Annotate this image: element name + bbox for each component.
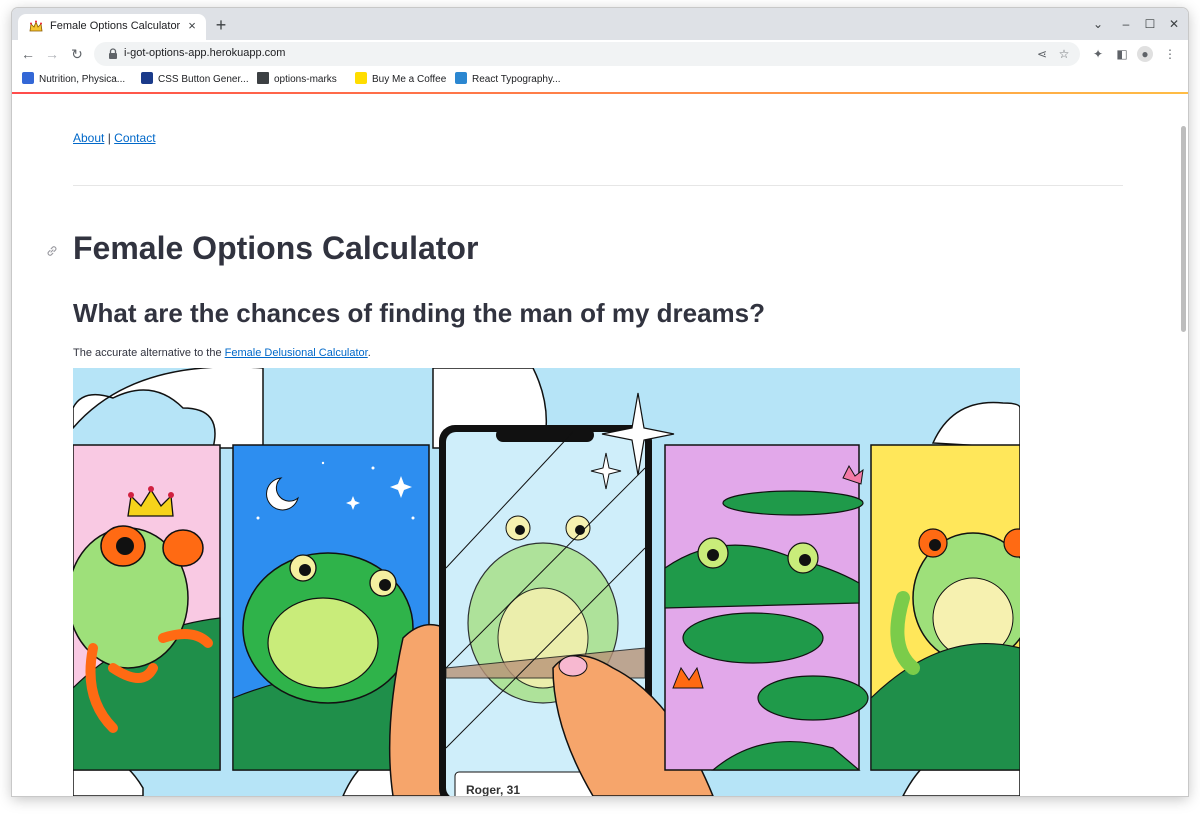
bookmark-buy-me-a-coffee[interactable]: Buy Me a Coffee — [355, 72, 446, 88]
divider — [73, 185, 1123, 186]
back-icon[interactable]: ← — [18, 44, 38, 64]
menu-icon[interactable]: ⋮ — [1162, 46, 1178, 62]
side-panel-icon[interactable]: ◧ — [1114, 46, 1130, 62]
tab-title: Female Options Calculator — [50, 20, 181, 32]
top-nav: About | Contact — [73, 131, 156, 145]
browser-window: Female Options Calculator × + ⌄ – ☐ ✕ ← … — [12, 8, 1188, 796]
intro-suffix: . — [367, 347, 371, 359]
bookmark-label: Buy Me a Coffee — [372, 74, 447, 85]
about-link[interactable]: About — [73, 131, 104, 145]
bookmark-label: Nutrition, Physica... — [39, 74, 126, 85]
female-delusional-calculator-link[interactable]: Female Delusional Calculator — [225, 347, 368, 359]
browser-toolbar: ← → ↻ i-got-options-app.herokuapp.com ⋖ … — [12, 40, 1188, 68]
share-icon[interactable]: ⋖ — [1034, 46, 1050, 62]
address-bar[interactable]: i-got-options-app.herokuapp.com ⋖ ☆ — [94, 42, 1080, 66]
bookmark-label: CSS Button Gener... — [158, 74, 249, 85]
scrollbar-thumb[interactable] — [1181, 126, 1186, 332]
forward-icon[interactable]: → — [42, 44, 62, 64]
folder-icon — [257, 72, 269, 84]
tab-close-icon[interactable]: × — [184, 18, 200, 34]
intro-text: The accurate alternative to the — [73, 347, 225, 359]
bookmark-label: options-marks — [274, 74, 337, 85]
minimize-button[interactable]: – — [1116, 14, 1136, 34]
contact-link[interactable]: Contact — [114, 131, 155, 145]
maximize-button[interactable]: ☐ — [1140, 14, 1160, 34]
scrollbar[interactable] — [1178, 94, 1188, 796]
react-typography-icon — [455, 72, 467, 84]
extensions-icon[interactable]: ✦ — [1090, 46, 1106, 62]
bookmark-css-button[interactable]: CSS Button Gener... — [141, 72, 249, 88]
bookmark-nutrition[interactable]: Nutrition, Physica... — [22, 72, 125, 88]
bookmark-star-icon[interactable]: ☆ — [1056, 46, 1072, 62]
page-subtitle: What are the chances of finding the man … — [73, 298, 766, 328]
bookmark-options-marks[interactable]: options-marks — [257, 72, 337, 88]
profile-avatar-icon[interactable]: ● — [1137, 46, 1153, 62]
tab-strip: Female Options Calculator × + ⌄ – ☐ ✕ — [12, 8, 1188, 40]
page-title: Female Options Calculator — [73, 230, 479, 266]
close-window-button[interactable]: ✕ — [1164, 14, 1184, 34]
tab-search-icon[interactable]: ⌄ — [1088, 14, 1108, 34]
hero-illustration: Roger, 31 — [73, 368, 1020, 796]
reload-icon[interactable]: ↻ — [67, 44, 87, 64]
link-anchor-icon[interactable] — [45, 244, 59, 258]
coffee-icon — [355, 72, 367, 84]
page-content: About | Contact Female Options Calculato… — [12, 94, 1188, 796]
browser-tab[interactable]: Female Options Calculator × — [18, 14, 206, 40]
crown-favicon-icon — [29, 20, 43, 32]
lock-icon — [109, 48, 117, 59]
nav-separator: | — [107, 131, 111, 145]
x-icon — [141, 72, 153, 84]
new-tab-button[interactable]: + — [210, 14, 232, 36]
bookmark-label: React Typography... — [472, 74, 561, 85]
nutrition-icon — [22, 72, 34, 84]
profile-caption: Roger, 31 — [466, 783, 520, 796]
bookmarks-bar: Nutrition, Physica... CSS Button Gener..… — [12, 68, 1188, 92]
intro-paragraph: The accurate alternative to the Female D… — [73, 347, 371, 359]
bookmark-react-typography[interactable]: React Typography... — [455, 72, 561, 88]
url-text[interactable]: i-got-options-app.herokuapp.com — [124, 47, 285, 59]
